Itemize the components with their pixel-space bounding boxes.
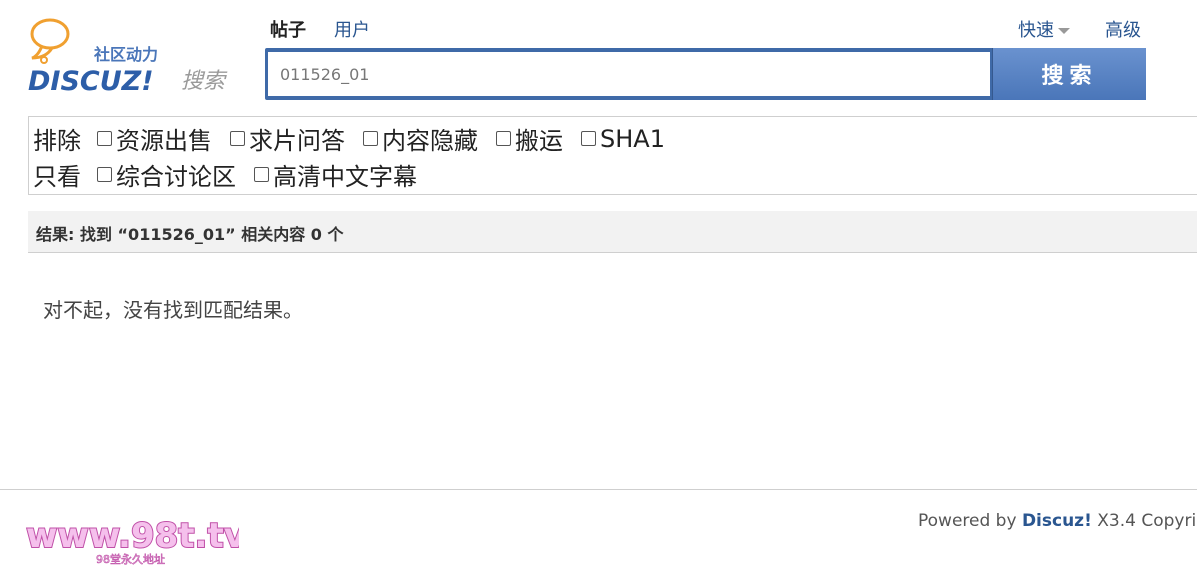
checkbox[interactable] xyxy=(581,131,596,146)
search-bar: 搜索 xyxy=(265,48,1146,100)
logo-tagline: 社区动力 xyxy=(93,45,158,64)
checkbox[interactable] xyxy=(230,131,245,146)
filter-panel: 排除 资源出售 求片问答 内容隐藏 搬运 SHA1 只看 综合讨论区 高清中文字… xyxy=(28,116,1197,195)
search-button[interactable]: 搜索 xyxy=(992,48,1146,100)
quick-menu-label: 快速 xyxy=(1018,20,1054,41)
option-label: SHA1 xyxy=(600,124,665,153)
exclude-option-sha1[interactable]: SHA1 xyxy=(581,125,665,153)
tab-posts[interactable]: 帖子 xyxy=(270,16,306,42)
option-label: 高清中文字幕 xyxy=(273,163,417,191)
tab-users[interactable]: 用户 xyxy=(334,16,370,42)
exclude-option-repost[interactable]: 搬运 xyxy=(496,121,563,156)
discuz-link[interactable]: Discuz! xyxy=(1022,511,1092,531)
results-summary: 结果: 找到 “011526_01” 相关内容 0 个 xyxy=(28,211,1197,253)
option-label: 求片问答 xyxy=(249,127,345,155)
logo-brand: DISCUZ! xyxy=(28,66,154,97)
exclude-option-request-qa[interactable]: 求片问答 xyxy=(230,121,345,156)
powered-by: Powered by Discuz! X3.4 Copyrig xyxy=(918,511,1197,531)
search-input[interactable] xyxy=(268,52,990,96)
only-filter-row: 只看 综合讨论区 高清中文字幕 xyxy=(33,157,435,192)
exclude-filter-row: 排除 资源出售 求片问答 内容隐藏 搬运 SHA1 xyxy=(33,121,683,156)
exclude-option-resource-sale[interactable]: 资源出售 xyxy=(97,121,212,156)
copyright: Copyrig xyxy=(1141,511,1197,531)
site-watermark-logo: www.98t.tv 98堂永久地址 xyxy=(24,513,247,573)
watermark-subtext: 98堂永久地址 xyxy=(96,552,165,566)
option-label: 搬运 xyxy=(515,127,563,155)
advanced-search-link[interactable]: 高级 xyxy=(1105,16,1141,42)
watermark-text: www.98t.tv xyxy=(26,516,239,556)
exclude-option-hidden-content[interactable]: 内容隐藏 xyxy=(363,121,478,156)
only-option-general-discussion[interactable]: 综合讨论区 xyxy=(97,157,236,192)
footer-divider xyxy=(0,489,1197,490)
powered-prefix: Powered by xyxy=(918,511,1017,531)
version: X3.4 xyxy=(1097,511,1136,531)
caret-down-icon xyxy=(1058,28,1070,34)
speech-bubble-icon xyxy=(30,18,70,64)
only-option-hd-chinese-subs[interactable]: 高清中文字幕 xyxy=(254,157,417,192)
option-label: 内容隐藏 xyxy=(382,127,478,155)
no-results-message: 对不起，没有找到匹配结果。 xyxy=(43,298,303,322)
option-label: 资源出售 xyxy=(116,127,212,155)
checkbox[interactable] xyxy=(97,131,112,146)
logo-search-text: 搜索 xyxy=(181,69,228,94)
search-type-tabs: 帖子 用户 xyxy=(270,16,370,42)
exclude-label: 排除 xyxy=(33,127,81,155)
quick-menu[interactable]: 快速 xyxy=(1018,16,1070,42)
checkbox[interactable] xyxy=(254,167,269,182)
option-label: 综合讨论区 xyxy=(116,163,236,191)
discuz-search-logo[interactable]: 社区动力 DISCUZ! 搜索 xyxy=(28,16,238,98)
only-label: 只看 xyxy=(33,163,81,191)
checkbox[interactable] xyxy=(496,131,511,146)
checkbox[interactable] xyxy=(97,167,112,182)
checkbox[interactable] xyxy=(363,131,378,146)
